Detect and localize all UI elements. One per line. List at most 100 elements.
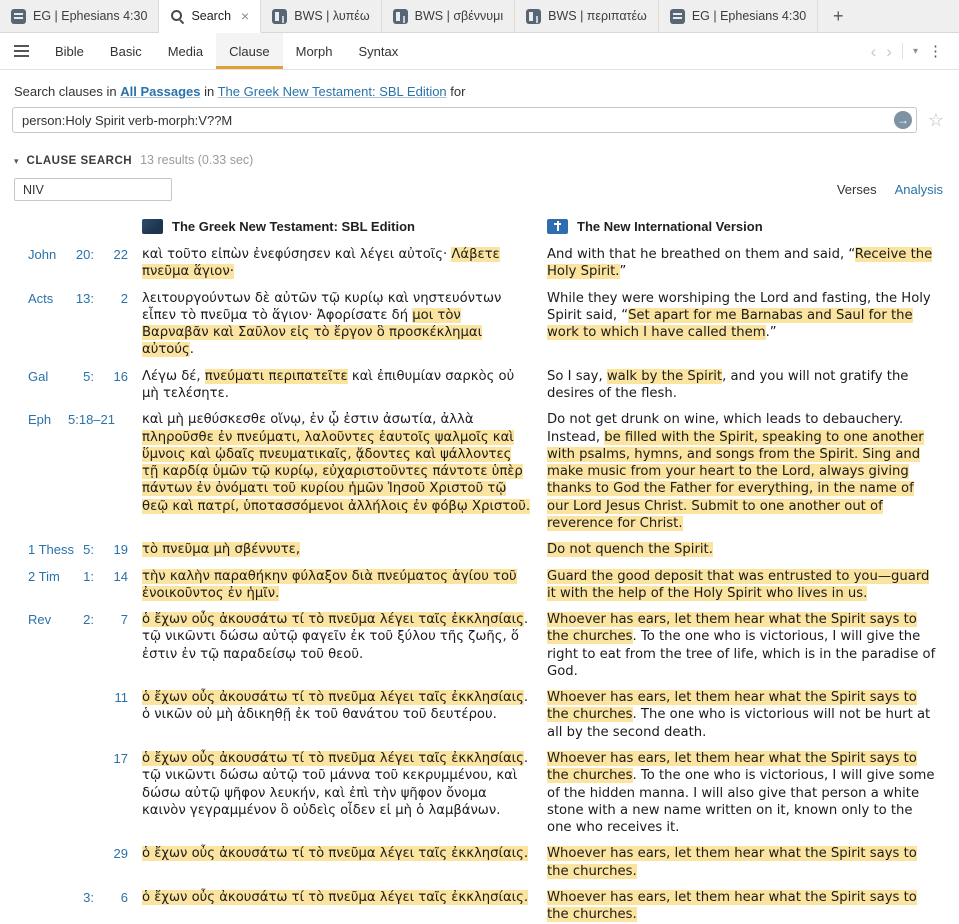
text-span: And with that he breathed on them and sa…	[547, 247, 855, 262]
view-verses-tab[interactable]: Verses	[837, 182, 877, 197]
text-span: So I say,	[547, 368, 607, 384]
tab-5[interactable]: EG | Ephesians 4:30	[658, 0, 819, 33]
highlight-span: ὁ ἔχων οὖς ἀκουσάτω τί τὸ πνεῦμα λέγει τ…	[142, 890, 529, 905]
tab-label: Search	[191, 9, 232, 23]
kebab-menu-icon[interactable]: ⋮	[928, 42, 943, 60]
result-count: 13 results (0.33 sec)	[140, 153, 254, 167]
ref-verse[interactable]: 14	[94, 568, 128, 585]
ref-book[interactable]: John	[28, 246, 68, 263]
word-study-icon	[526, 8, 542, 24]
highlight-span: ὁ ἔχων οὖς ἀκουσάτω τί τὸ πνεῦμα λέγει τ…	[142, 612, 524, 628]
ref-chapter[interactable]: 13:	[68, 290, 94, 307]
search-kind-morph[interactable]: Morph	[283, 33, 346, 69]
ref-verse[interactable]: 2	[94, 290, 128, 307]
panel-menu-button[interactable]	[0, 33, 42, 69]
close-tab-icon[interactable]: ×	[241, 9, 249, 23]
ref-book[interactable]: Eph	[28, 411, 68, 428]
tab-2[interactable]: BWS | λυπέω	[261, 0, 382, 33]
run-search-button[interactable]: →	[894, 111, 912, 129]
search-kind-bible[interactable]: Bible	[42, 33, 97, 69]
section-title: CLAUSE SEARCH	[26, 155, 133, 167]
right-resource-title: The New International Version	[577, 219, 763, 234]
right-resource-header[interactable]: The New International Version	[547, 219, 936, 234]
greek-text: καὶ μὴ μεθύσκεσθε οἴνῳ, ἐν ᾧ ἐστιν ἀσωτί…	[142, 411, 531, 515]
scope-resource-link[interactable]: The Greek New Testament: SBL Edition	[218, 84, 447, 99]
tab-4[interactable]: BWS | περιπατέω	[515, 0, 659, 33]
ref-verse[interactable]: 16	[94, 368, 128, 385]
ref-verse[interactable]: 29	[94, 845, 128, 862]
highlight-span: τὴν καλὴν παραθήκην φύλαξον διὰ πνεύματο…	[142, 568, 517, 601]
tab-1[interactable]: Search ×	[159, 0, 262, 33]
english-text: Whoever has ears, let them hear what the…	[547, 611, 936, 680]
left-resource-header[interactable]: The Greek New Testament: SBL Edition	[142, 219, 531, 234]
scope-prefix: Search clauses in	[14, 84, 117, 99]
ref-book[interactable]: Rev	[28, 611, 68, 628]
ref-book[interactable]: Acts	[28, 290, 68, 307]
ref-book[interactable]: 2 Tim	[28, 568, 68, 585]
english-text: Whoever has ears, let them hear what the…	[547, 689, 936, 741]
greek-text: ὁ ἔχων οὖς ἀκουσάτω τί τὸ πνεῦμα λέγει τ…	[142, 750, 531, 819]
view-analysis-tab[interactable]: Analysis	[895, 182, 943, 197]
search-kind-media[interactable]: Media	[155, 33, 216, 69]
ref-book[interactable]: Gal	[28, 368, 68, 385]
search-kind-tabs: Bible Basic Media Clause Morph Syntax	[42, 33, 411, 69]
ref-chapter[interactable]: 20:	[68, 246, 94, 263]
greek-text: ὁ ἔχων οὖς ἀκουσάτω τί τὸ πνεῦμα λέγει τ…	[142, 889, 531, 906]
chevron-down-icon[interactable]: ▾	[913, 46, 918, 57]
search-kind-syntax[interactable]: Syntax	[345, 33, 411, 69]
result-row: 1 Thess 5: 19 τὸ πνεῦμα μὴ σβέννυτε, Do not …	[28, 541, 936, 558]
greek-text: Λέγω δέ, πνεύματι περιπατεῖτε καὶ ἐπιθυμ…	[142, 368, 531, 403]
search-kind-clause[interactable]: Clause	[216, 33, 283, 69]
scope-suffix: for	[450, 84, 466, 99]
result-row: John 20: 22 καὶ τοῦτο εἰπὼν ἐνεφύσησεν καὶ …	[28, 246, 936, 281]
result-row: Gal 5: 16 Λέγω δέ, πνεύματι περιπατεῖτε καὶ…	[28, 368, 936, 403]
new-tab-button[interactable]: +	[818, 0, 859, 33]
version-filter-input[interactable]	[14, 178, 172, 201]
toolbar-divider	[901, 43, 903, 59]
highlight-span: be filled with the Spirit, speaking to o…	[547, 429, 924, 531]
back-icon[interactable]: ‹	[871, 43, 877, 60]
highlight-span: ὁ ἔχων οὖς ἀκουσάτω τί τὸ πνεῦμα λέγει τ…	[142, 846, 529, 862]
search-kind-basic[interactable]: Basic	[97, 33, 155, 69]
highlight-span: Whoever has ears, let them hear what the…	[547, 846, 917, 879]
highlight-span: πνεύματι περιπατεῖτε	[204, 368, 348, 384]
tab-label: BWS | περιπατέω	[548, 9, 647, 23]
tab-bar: EG | Ephesians 4:30 Search × BWS | λυπέω BWS…	[0, 0, 959, 33]
ref-chapter[interactable]: 2:	[68, 611, 94, 628]
english-text: Whoever has ears, let them hear what the…	[547, 845, 936, 880]
ref-verse[interactable]: 11	[94, 689, 129, 706]
collapse-triangle-icon[interactable]: ▾	[14, 156, 19, 167]
ref-verse[interactable]: 6	[94, 889, 128, 906]
text-span: Λέγω δέ,	[142, 368, 205, 384]
ref-verse[interactable]: 17	[94, 750, 128, 767]
ref-verse[interactable]: 19	[94, 541, 128, 558]
favorite-star-icon[interactable]: ☆	[923, 110, 949, 131]
english-text: Do not get drunk on wine, which leads to…	[547, 411, 936, 532]
ref-chapter[interactable]: 1:	[68, 568, 94, 585]
text-span: .	[189, 342, 194, 358]
forward-icon[interactable]: ›	[886, 43, 892, 60]
results-controls: Verses Analysis	[14, 178, 943, 201]
tab-0[interactable]: EG | Ephesians 4:30	[0, 0, 160, 33]
ref-book[interactable]: 1 Thess	[28, 541, 74, 558]
result-row: 17 ὁ ἔχων οὖς ἀκουσάτω τί τὸ πνεῦμα λέγει…	[28, 750, 936, 836]
ref-verse[interactable]: 22	[94, 246, 128, 263]
ref-chapter[interactable]: 5:	[68, 368, 94, 385]
search-query-input[interactable]	[12, 107, 917, 133]
scope-range-link[interactable]: All Passages	[120, 84, 200, 99]
ref-chapter[interactable]: 3:	[68, 889, 94, 906]
greek-text: ὁ ἔχων οὖς ἀκουσάτω τί τὸ πνεῦμα λέγει τ…	[142, 611, 531, 663]
ref-verse[interactable]: 7	[94, 611, 128, 628]
ref-chapter[interactable]: 5:18–21	[68, 411, 115, 428]
english-text: And with that he breathed on them and sa…	[547, 246, 936, 281]
tab-strip: EG | Ephesians 4:30 Search × BWS | λυπέω BWS…	[0, 0, 819, 33]
toolbar-right: ‹ › ▾ ⋮	[871, 33, 953, 69]
search-icon	[170, 9, 184, 23]
text-span: καὶ τοῦτο εἰπὼν ἐνεφύσησεν καὶ λέγει αὐτ…	[142, 247, 452, 262]
text-span: .”	[765, 325, 777, 341]
search-toolbar: Bible Basic Media Clause Morph Syntax ‹ › ▾ ⋮	[0, 33, 959, 70]
ref-chapter[interactable]: 5:	[68, 541, 94, 558]
results-section-header: ▾ CLAUSE SEARCH 13 results (0.33 sec)	[14, 153, 945, 167]
tab-3[interactable]: BWS | σβέννυμι	[381, 0, 516, 33]
result-row: Rev 2: 7 ὁ ἔχων οὖς ἀκουσάτω τί τὸ πνεῦμα λ…	[28, 611, 936, 680]
